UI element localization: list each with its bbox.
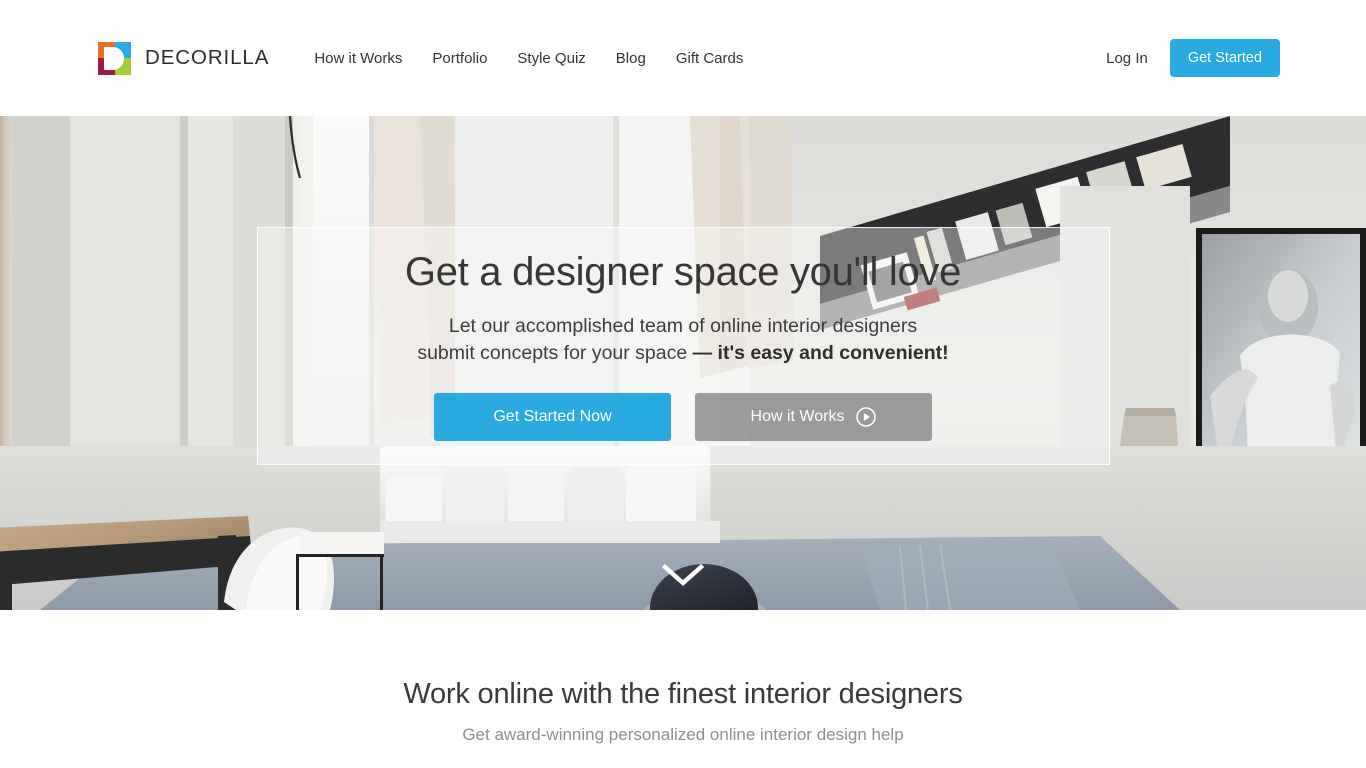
primary-navigation: How it Works Portfolio Style Quiz Blog G… <box>299 44 758 73</box>
nav-item-style-quiz[interactable]: Style Quiz <box>502 44 600 73</box>
hero-subtitle-line2-normal: submit concepts for your space <box>417 342 693 364</box>
hero-section: Get a designer space you'll love Let our… <box>0 116 1366 610</box>
how-it-works-label: How it Works <box>750 408 845 425</box>
hero-title: Get a designer space you'll love <box>404 250 962 294</box>
hero-subtitle-line1: Let our accomplished team of online inte… <box>448 315 918 337</box>
brand-logo-link[interactable]: DECORILLA <box>98 41 270 75</box>
brand-name: DECORILLA <box>145 46 270 69</box>
site-header: DECORILLA How it Works Portfolio Style Q… <box>0 0 1366 116</box>
nav-item-how-it-works[interactable]: How it Works <box>299 44 417 73</box>
logo-letter-d <box>104 46 124 70</box>
nav-item-gift-cards[interactable]: Gift Cards <box>661 44 759 73</box>
hero-cta-group: Get Started Now How it Works <box>0 393 1366 441</box>
section-title: Work online with the finest interior des… <box>403 678 963 710</box>
hero-content: Get a designer space you'll love Let our… <box>0 250 1366 441</box>
header-actions: Log In Get Started <box>1106 39 1280 77</box>
get-started-button[interactable]: Get Started <box>1169 39 1280 77</box>
intro-section: Work online with the finest interior des… <box>0 610 1366 745</box>
nav-item-portfolio[interactable]: Portfolio <box>417 44 502 73</box>
play-icon <box>856 407 877 427</box>
nav-item-blog[interactable]: Blog <box>601 44 661 73</box>
section-subtitle: Get award-winning personalized online in… <box>462 725 904 744</box>
how-it-works-button[interactable]: How it Works <box>695 393 932 441</box>
scroll-down-chevron-icon[interactable] <box>661 562 705 588</box>
get-started-now-button[interactable]: Get Started Now <box>434 393 671 441</box>
decorilla-logo-icon <box>98 41 131 75</box>
hero-subtitle: Let our accomplished team of online inte… <box>0 313 1366 367</box>
hero-subtitle-line2-bold: — it's easy and convenient! <box>692 342 949 364</box>
login-link[interactable]: Log In <box>1106 50 1148 67</box>
